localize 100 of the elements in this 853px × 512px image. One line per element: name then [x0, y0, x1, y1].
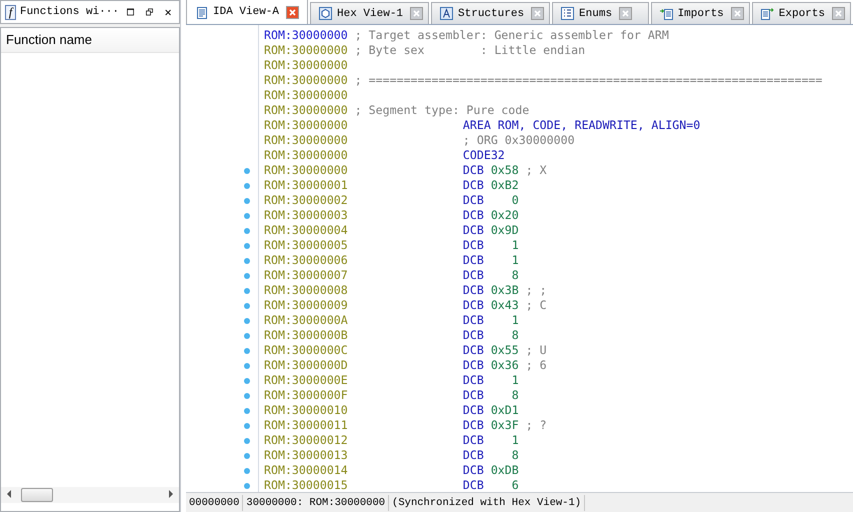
address: ROM:30000015 — [264, 478, 348, 492]
tab[interactable]: Structures — [431, 2, 550, 24]
status-text: 30000000: ROM:30000000 — [243, 494, 390, 510]
letter-a-icon — [440, 7, 454, 20]
mnemonic: DCB — [462, 223, 484, 238]
address: ROM:30000002 — [264, 193, 348, 208]
hexagon-icon — [319, 7, 332, 20]
address: ROM:30000009 — [264, 298, 348, 313]
tab[interactable]: Imports — [650, 2, 750, 24]
comment: ; X — [526, 163, 547, 178]
operand: 6 — [510, 478, 519, 492]
mnemonic: DCB — [462, 313, 484, 328]
address: ROM:30000000 — [264, 88, 348, 103]
tab[interactable]: Hex View-1 — [310, 2, 430, 24]
address: ROM:30000007 — [264, 268, 348, 283]
address: ROM:30000003 — [264, 208, 348, 223]
comment: ; ================================================================= — [354, 73, 822, 88]
mnemonic: DCB — [462, 268, 484, 283]
comment: ; ; — [526, 283, 547, 298]
address: ROM:30000000 — [264, 148, 348, 163]
operand: 0xD1 — [490, 403, 519, 418]
address: ROM:30000014 — [264, 463, 348, 478]
mnemonic: DCB — [462, 463, 484, 478]
export-icon — [760, 7, 774, 20]
address: ROM:30000005 — [264, 238, 348, 253]
mnemonic: DCB — [462, 388, 484, 403]
address: ROM:3000000D — [264, 358, 348, 373]
close-icon[interactable] — [164, 8, 171, 16]
operand: 0x43 — [490, 298, 519, 313]
operand: 0x58 — [490, 163, 519, 178]
address: ROM:30000000 — [264, 43, 348, 58]
mnemonic: DCB — [462, 433, 484, 448]
mnemonic: DCB — [462, 208, 484, 223]
address: ROM:3000000B — [264, 328, 348, 343]
address: ROM:30000004 — [264, 223, 348, 238]
operand: 1 — [510, 238, 519, 253]
maximize-icon[interactable] — [127, 7, 134, 17]
address: ROM:3000000A — [264, 313, 348, 328]
operand: 0x36 — [490, 358, 519, 373]
tab[interactable]: Exports — [752, 2, 851, 24]
mnemonic: DCB — [462, 418, 484, 433]
operand: 1 — [510, 373, 519, 388]
comment: ; 6 — [526, 358, 547, 373]
operand: 0x3F — [490, 418, 519, 433]
operand: 0xB2 — [490, 178, 519, 193]
mnemonic: DCB — [462, 283, 484, 298]
restore-icon[interactable] — [146, 7, 153, 17]
mnemonic: DCB — [462, 253, 484, 268]
status-text: 00000000 — [186, 494, 244, 510]
operand: 0x20 — [490, 208, 519, 223]
arrow-list-icon — [660, 7, 673, 20]
mnemonic: DCB — [462, 478, 484, 492]
mnemonic: DCB — [462, 178, 484, 193]
function-icon: f — [5, 4, 16, 20]
mnemonic: DCB — [462, 163, 484, 178]
operand: 8 — [510, 448, 519, 463]
operand: 8 — [510, 328, 519, 343]
mnemonic: DCB — [462, 328, 484, 343]
operand: 1 — [510, 253, 519, 268]
mnemonic: DCB — [462, 193, 484, 208]
tab[interactable]: IDA View-A — [186, 0, 308, 24]
address: ROM:30000013 — [264, 448, 348, 463]
address: ROM:30000000 — [264, 28, 348, 43]
operand: 8 — [510, 268, 519, 283]
address: ROM:30000006 — [264, 253, 348, 268]
address: ROM:30000000 — [264, 73, 348, 88]
address: ROM:30000012 — [264, 433, 348, 448]
mnemonic: DCB — [462, 358, 484, 373]
tab[interactable]: Enums — [552, 2, 649, 24]
address: ROM:3000000C — [264, 343, 348, 358]
operand: 0 — [510, 193, 519, 208]
mnemonic: DCB — [462, 343, 484, 358]
comment: ; ? — [526, 418, 547, 433]
mnemonic: DCB — [462, 298, 484, 313]
address: ROM:30000000 — [264, 58, 348, 73]
operand: 1 — [510, 313, 519, 328]
address: ROM:30000000 — [264, 133, 348, 148]
address: ROM:30000000 — [264, 118, 348, 133]
address: ROM:3000000F — [264, 388, 348, 403]
status-text: (Synchronized with Hex View-1) — [389, 494, 586, 510]
comment: ; Target assembler: Generic assembler for ARM — [354, 28, 669, 43]
panel-title: Functions wi··· — [20, 6, 119, 18]
horizontal-scrollbar[interactable] — [1, 487, 179, 503]
mnemonic: DCB — [462, 403, 484, 418]
comment: ; Byte sex : Little endian — [354, 43, 586, 58]
operand: 0x9D — [490, 223, 519, 238]
comment: ; Segment type: Pure code — [354, 103, 530, 118]
address: ROM:30000011 — [264, 418, 348, 433]
address: ROM:30000008 — [264, 283, 348, 298]
mnemonic: DCB — [462, 448, 484, 463]
comment: ; C — [526, 298, 547, 313]
address: ROM:30000010 — [264, 403, 348, 418]
operand: 0x3B — [490, 283, 519, 298]
address: ROM:30000001 — [264, 178, 348, 193]
address: ROM:3000000E — [264, 373, 348, 388]
address: ROM:30000000 — [264, 163, 348, 178]
mnemonic: DCB — [462, 373, 484, 388]
operand: 1 — [510, 433, 519, 448]
directive: CODE32 — [462, 148, 505, 163]
mnemonic: DCB — [462, 238, 484, 253]
